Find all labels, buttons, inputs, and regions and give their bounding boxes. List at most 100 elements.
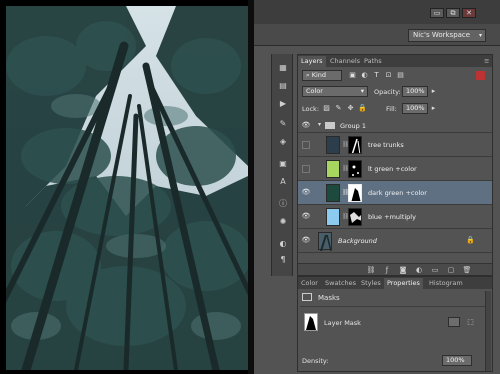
layer-row-group[interactable]: 👁 ▾ Group 1	[298, 119, 492, 133]
opacity-dropdown-icon[interactable]: ▸	[429, 87, 438, 96]
chevron-down-icon: ▾	[360, 87, 364, 95]
link-layers-icon[interactable]: ⛓	[366, 265, 376, 275]
layers-panel-footer: ⛓ ƒ ◙ ◐ ▭ ▢ 🗑	[298, 263, 492, 275]
properties-panel-tabs: Color Swatches Styles Properties Histogr…	[298, 277, 492, 289]
blend-mode-select[interactable]: Color ▾	[302, 86, 368, 97]
new-group-icon[interactable]: ▭	[430, 265, 440, 275]
layer-mask-thumbnail[interactable]	[348, 136, 362, 154]
layer-row[interactable]: 👁 ⛓ blue +multiply	[298, 205, 492, 229]
visibility-toggle[interactable]	[302, 165, 310, 173]
masks-section-icon	[302, 293, 312, 301]
divider	[300, 306, 486, 307]
filter-kind-select[interactable]: ⌕ Kind	[302, 70, 342, 81]
density-label: Density:	[302, 357, 329, 365]
visibility-toggle[interactable]	[302, 141, 310, 149]
panels-area: ▭ ⧉ ✕ Nic's Workspace ▾ ▦ ▤ ▶ ✎ ◈ ▣ A ⓘ ✺…	[254, 0, 500, 374]
pixel-mask-button[interactable]	[448, 317, 460, 327]
chevron-down-icon: ▾	[478, 32, 482, 39]
notes-icon[interactable]: ▣	[277, 158, 289, 169]
lock-position-icon[interactable]: ✥	[346, 104, 355, 113]
forest-photo	[6, 6, 248, 370]
info-icon[interactable]: ⓘ	[277, 198, 289, 209]
disclosure-triangle-icon[interactable]: ▾	[318, 121, 321, 128]
layer-thumbnail	[326, 136, 340, 154]
new-layer-icon[interactable]: ▢	[446, 265, 456, 275]
tab-properties[interactable]: Properties	[384, 278, 423, 289]
filter-toggle-icon[interactable]	[476, 71, 485, 80]
layer-thumbnail	[318, 232, 332, 252]
document-canvas[interactable]	[6, 6, 248, 370]
lock-transparent-icon[interactable]: ▨	[322, 104, 331, 113]
fill-dropdown-icon[interactable]: ▸	[429, 104, 438, 113]
opacity-label: Opacity:	[374, 88, 401, 96]
layer-mask-label: Layer Mask	[324, 319, 361, 327]
layers-panel: Layers Channels Paths ≡ ⌕ Kind ▣ ◐ T ⊡ ▤…	[297, 54, 493, 276]
adjustment-layer-icon[interactable]: ◐	[414, 265, 424, 275]
visibility-eye-icon[interactable]: 👁	[301, 212, 311, 221]
panel-menu-icon[interactable]: ≡	[481, 56, 492, 67]
layer-thumbnail	[326, 208, 340, 226]
vector-mask-icon[interactable]: ⬚	[466, 318, 475, 327]
layer-name: dark green +color	[368, 189, 427, 197]
adjustment-filter-icon[interactable]: ◐	[360, 71, 369, 80]
layer-style-icon[interactable]: ƒ	[382, 265, 392, 275]
layer-row[interactable]: ⛓ lt green +color	[298, 157, 492, 181]
add-mask-icon[interactable]: ◙	[398, 265, 408, 275]
layers-list: 👁 ▾ Group 1 ⛓ tree trunks ⛓ lt green +co…	[298, 119, 492, 263]
character-icon[interactable]: A	[277, 176, 289, 187]
delete-layer-icon[interactable]: 🗑	[462, 265, 472, 275]
tab-styles[interactable]: Styles	[358, 278, 384, 289]
tab-histogram[interactable]: Histogram	[426, 278, 466, 289]
options-bar: Nic's Workspace ▾	[254, 24, 500, 46]
lock-all-icon[interactable]: 🔒	[358, 104, 367, 113]
layer-mask-thumbnail[interactable]	[348, 184, 362, 202]
tab-paths[interactable]: Paths	[361, 56, 385, 67]
tab-channels[interactable]: Channels	[327, 56, 363, 67]
tab-color[interactable]: Color	[298, 278, 321, 289]
opacity-input[interactable]: 100%	[402, 86, 428, 97]
layer-mask-thumbnail[interactable]	[348, 208, 362, 226]
visibility-eye-icon[interactable]: 👁	[301, 121, 311, 130]
layer-row-background[interactable]: 👁 Background 🔒	[298, 229, 492, 253]
type-filter-icon[interactable]: T	[372, 71, 381, 80]
panel-icon-strip: ▦ ▤ ▶ ✎ ◈ ▣ A ⓘ ✺ ◐ ¶	[271, 54, 293, 276]
fill-label: Fill:	[386, 105, 397, 113]
visibility-eye-icon[interactable]: 👁	[301, 236, 311, 245]
adjustments-icon[interactable]: ✺	[277, 216, 289, 227]
mini-bridge-icon[interactable]: ▦	[277, 62, 289, 73]
lock-icon: 🔒	[466, 236, 475, 244]
brush-presets-icon[interactable]: ✎	[277, 118, 289, 129]
visibility-eye-icon[interactable]: 👁	[301, 188, 311, 197]
layer-name: tree trunks	[368, 141, 404, 149]
workspace-switcher[interactable]: Nic's Workspace ▾	[408, 29, 486, 42]
paragraph-icon[interactable]: ¶	[277, 254, 289, 265]
lock-label: Lock:	[302, 105, 320, 113]
clone-source-icon[interactable]: ◈	[277, 136, 289, 147]
properties-panel: Color Swatches Styles Properties Histogr…	[297, 276, 493, 372]
pixel-filter-icon[interactable]: ▣	[348, 71, 357, 80]
layer-row[interactable]: ⛓ tree trunks	[298, 133, 492, 157]
masks-heading: Masks	[318, 294, 340, 302]
smart-object-filter-icon[interactable]: ▤	[396, 71, 405, 80]
layer-filter-row: ⌕ Kind ▣ ◐ T ⊡ ▤	[298, 68, 492, 82]
layer-mask-thumbnail[interactable]	[348, 160, 362, 178]
properties-scrollbar[interactable]	[485, 291, 491, 371]
layer-row-selected[interactable]: 👁 ⛓ dark green +color	[298, 181, 492, 205]
close-icon[interactable]: ✕	[462, 8, 476, 18]
layer-thumbnail	[326, 160, 340, 178]
restore-icon[interactable]: ⧉	[446, 8, 460, 18]
shape-filter-icon[interactable]: ⊡	[384, 71, 393, 80]
history-icon[interactable]: ▤	[277, 80, 289, 91]
navigator-icon[interactable]: ◐	[277, 238, 289, 249]
tab-swatches[interactable]: Swatches	[322, 278, 359, 289]
actions-icon[interactable]: ▶	[277, 98, 289, 109]
fill-input[interactable]: 100%	[402, 103, 428, 114]
minimize-icon[interactable]: ▭	[430, 8, 444, 18]
folder-icon	[325, 122, 335, 129]
tab-layers[interactable]: Layers	[298, 56, 326, 67]
density-input[interactable]: 100%	[442, 355, 472, 366]
lock-pixels-icon[interactable]: ✎	[334, 104, 343, 113]
photoshop-screen: ▭ ⧉ ✕ Nic's Workspace ▾ ▦ ▤ ▶ ✎ ◈ ▣ A ⓘ ✺…	[0, 0, 500, 374]
layers-panel-tabs: Layers Channels Paths ≡	[298, 55, 492, 67]
title-bar: ▭ ⧉ ✕	[254, 0, 500, 24]
